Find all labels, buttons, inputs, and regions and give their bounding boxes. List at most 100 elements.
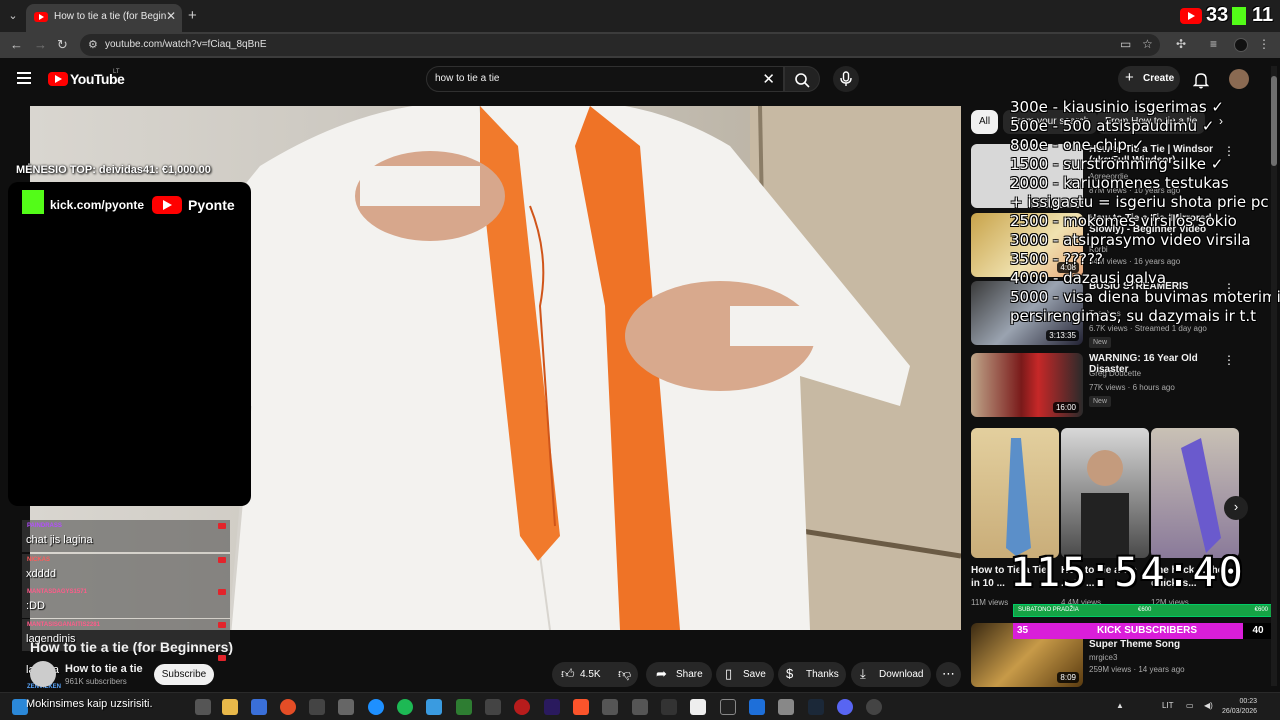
network-icon[interactable]: ▭ <box>1186 701 1194 710</box>
chat-user: MANTASISGANAITIS2281 <box>27 622 100 628</box>
photos-icon[interactable] <box>426 699 442 715</box>
youtube-favicon-icon <box>34 12 48 22</box>
video-duration: 16:00 <box>1052 402 1079 413</box>
chat-text: :DD <box>26 600 45 612</box>
app-icon[interactable] <box>866 699 882 715</box>
brave-icon[interactable] <box>573 699 589 715</box>
rec-title[interactable]: Super Theme Song <box>1089 639 1229 650</box>
hamburger-menu-icon[interactable] <box>17 72 31 84</box>
overlay-message: Mokinsimes kaip uzsirisiti. <box>26 698 153 710</box>
app-icon[interactable] <box>749 699 765 715</box>
more-actions-button[interactable]: ⋯ <box>936 662 961 687</box>
scrollbar-thumb[interactable] <box>1271 76 1277 166</box>
app-icon[interactable] <box>690 699 706 715</box>
search-input[interactable]: how to tie a tie ✕ <box>426 66 784 92</box>
more-horizontal-icon: ⋯ <box>942 666 955 681</box>
app-icon[interactable] <box>485 699 501 715</box>
youtube-badge-icon <box>218 557 226 563</box>
page-scrollbar[interactable] <box>1271 66 1277 686</box>
share-button[interactable]: ➦ Share <box>646 662 712 687</box>
short-thumbnail[interactable] <box>1151 428 1239 558</box>
search-icon <box>795 73 810 88</box>
app-icon[interactable] <box>456 699 472 715</box>
kick-subscribers-bar: 35 KICK SUBSCRIBERS 40 <box>1013 623 1273 639</box>
terminal-icon[interactable] <box>720 699 736 715</box>
goal-line: 500e - 500 atsispaudimu ✓ <box>1010 117 1215 135</box>
chip-all[interactable]: All <box>971 110 999 134</box>
chat-message: PAINDRASS chat jis lagina <box>22 520 230 552</box>
like-count[interactable]: 4.5K <box>580 669 601 680</box>
site-info-icon[interactable]: ⚙ <box>88 38 98 51</box>
channel-name[interactable]: How to tie a tie <box>65 663 143 675</box>
edge-icon[interactable] <box>368 699 384 715</box>
browser-menu-icon[interactable]: ⋮ <box>1258 37 1270 51</box>
language-indicator[interactable]: LIT <box>1162 701 1174 710</box>
app-icon[interactable] <box>514 699 530 715</box>
goal-line: 3500 - ????? <box>1010 250 1103 268</box>
app-icon[interactable] <box>632 699 648 715</box>
more-vertical-icon[interactable]: ⋮ <box>1223 144 1235 158</box>
subscribe-button[interactable]: Subscribe <box>154 664 214 685</box>
browser-tab[interactable]: How to tie a tie (for Beginners) ✕ <box>26 4 182 32</box>
rec-channel[interactable]: mrgice3 <box>1089 653 1117 662</box>
video-thumbnail[interactable]: 16:00 <box>971 353 1083 417</box>
extensions-icon[interactable]: ✣ <box>1176 37 1186 51</box>
kick-subs-label: KICK SUBSCRIBERS <box>1097 625 1198 636</box>
dislike-icon[interactable]: 👎︎ <box>618 666 631 682</box>
kick-logo-icon <box>1232 7 1246 25</box>
voice-search-button[interactable] <box>833 66 859 92</box>
download-button[interactable]: ⤓ Download <box>851 662 931 687</box>
youtube-logo-icon <box>1180 8 1202 24</box>
chat-text: xdddd <box>26 568 56 580</box>
like-icon[interactable]: 👍︎ <box>561 666 575 682</box>
more-vertical-icon[interactable]: ⋮ <box>1223 353 1235 367</box>
browser-profile-avatar[interactable] <box>1234 38 1248 52</box>
file-explorer-icon[interactable] <box>222 699 238 715</box>
app-icon[interactable] <box>602 699 618 715</box>
app-icon[interactable] <box>309 699 325 715</box>
bookmark-star-icon[interactable]: ☆ <box>1142 37 1153 51</box>
volume-icon[interactable]: ◀) <box>1204 701 1213 710</box>
short-thumbnail[interactable] <box>1061 428 1149 558</box>
thanks-button[interactable]: $ Thanks <box>778 662 846 687</box>
app-icon[interactable] <box>778 699 794 715</box>
tray-chevron-icon[interactable]: ▲ <box>1116 701 1124 710</box>
tab-search-button[interactable]: ⌄ <box>4 6 22 26</box>
url-field[interactable]: ⚙ youtube.com/watch?v=fCiaq_8qBnE <box>80 34 1160 56</box>
discord-icon[interactable] <box>837 699 853 715</box>
video-title: How to tie a tie (for Beginners) <box>30 639 234 655</box>
clear-search-icon[interactable]: ✕ <box>762 70 775 88</box>
back-arrow-icon[interactable]: ← <box>10 37 23 52</box>
calendar-icon[interactable] <box>251 699 267 715</box>
steam-icon[interactable] <box>808 699 824 715</box>
create-button[interactable]: + Create <box>1118 66 1180 92</box>
app-icon[interactable] <box>338 699 354 715</box>
cast-icon[interactable]: ▭ <box>1120 37 1131 51</box>
short-thumbnail[interactable] <box>971 428 1059 558</box>
chrome-icon[interactable] <box>280 699 296 715</box>
user-avatar[interactable] <box>1229 69 1249 89</box>
system-clock[interactable]: 00:23 26/03/2026 <box>1222 697 1257 717</box>
close-tab-icon[interactable]: ✕ <box>166 9 176 23</box>
search-button[interactable] <box>784 66 820 92</box>
chevron-right-icon[interactable]: › <box>1219 114 1223 128</box>
app-icon[interactable] <box>661 699 677 715</box>
forward-arrow-icon[interactable]: → <box>34 37 47 52</box>
shorts-next-button[interactable]: › <box>1224 496 1248 520</box>
notifications-bell-icon[interactable] <box>1193 71 1209 89</box>
reload-icon[interactable]: ↻ <box>57 37 68 53</box>
subscriber-counter-overlay: 33 11 <box>1180 4 1280 28</box>
kick-sub-count: 11 <box>1252 4 1274 26</box>
youtube-logo-icon[interactable] <box>48 72 68 86</box>
rec-channel[interactable]: Greg Doucette <box>1089 369 1141 378</box>
save-button[interactable]: ▯ Save <box>716 662 774 687</box>
recommendation-item[interactable]: 16:00 WARNING: 16 Year Old Disaster Greg… <box>971 353 1243 417</box>
media-controls-icon[interactable]: ≡ <box>1210 37 1217 51</box>
channel-avatar[interactable] <box>30 661 56 687</box>
new-tab-button[interactable]: + <box>188 7 197 24</box>
spotify-icon[interactable] <box>397 699 413 715</box>
subathon-progress-bar: SUBATONO PRADŽIA €600 €600 <box>1013 604 1273 617</box>
search-icon[interactable] <box>195 699 211 715</box>
premiere-icon[interactable] <box>544 699 560 715</box>
tie-image <box>1006 438 1031 556</box>
